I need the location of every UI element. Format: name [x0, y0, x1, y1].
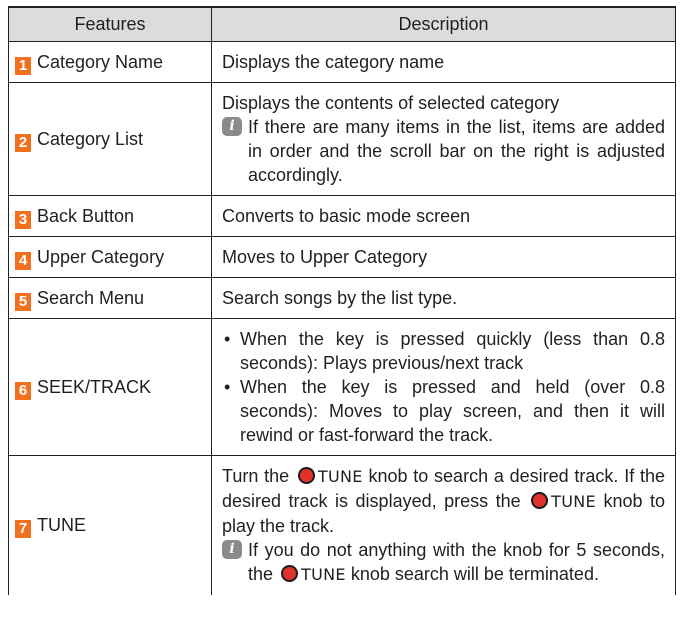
bullet-icon: •: [224, 377, 231, 397]
number-badge: 4: [15, 251, 31, 270]
tune-label: TUNE: [317, 467, 363, 486]
instruction-text: knob to search a desired track. If the d…: [222, 466, 665, 511]
description-cell: Search songs by the list type.: [211, 277, 676, 319]
info-i-icon: i: [222, 540, 242, 559]
feature-cell: 7 TUNE: [8, 455, 212, 595]
tune-label: TUNE: [301, 565, 346, 584]
feature-label: TUNE: [37, 515, 86, 535]
table-row-seek-track: 6 SEEK/TRACK • When the key is pressed qui…: [8, 318, 676, 456]
tune-knob-icon: [297, 467, 315, 484]
feature-cell: 4 Upper Category: [8, 236, 212, 278]
table-row-upper-category: 4 Upper Category Moves to Upper Category: [8, 236, 676, 278]
feature-cell: 5 Search Menu: [8, 277, 212, 319]
bullet-icon: •: [224, 329, 231, 349]
feature-cell: 1 Category Name: [8, 41, 212, 83]
table-row-category-list: 2 Category List Displays the contents of …: [8, 82, 676, 196]
tune-knob-icon: [531, 492, 549, 509]
page: { "header": { "features": "Features", "d…: [0, 0, 684, 630]
list-item: • When the key is pressed quickly (less t…: [222, 327, 665, 375]
description-cell: Displays the category name: [211, 41, 676, 83]
feature-label: Category Name: [37, 51, 164, 72]
table-row-back-button: 3 Back Button Converts to basic mode scre…: [8, 195, 676, 237]
info-note: i If you do not anything with the knob f…: [222, 538, 665, 587]
feature-cell: 6 SEEK/TRACK: [8, 318, 212, 456]
description-cell: Displays the contents of selected catego…: [211, 82, 676, 196]
note-text: knob search will be terminated.: [350, 564, 599, 584]
feature-cell: 2 Category List: [8, 82, 212, 196]
tune-label: TUNE: [551, 492, 596, 511]
bullet-text: When the key is pressed and held (over 0…: [240, 377, 665, 445]
number-badge: 5: [15, 292, 31, 311]
feature-cell: 3 Back Button: [8, 195, 212, 237]
description-text: Displays the contents of selected catego…: [222, 93, 560, 113]
instruction-text: Turn the: [222, 466, 290, 486]
feature-label: Back Button: [37, 205, 135, 226]
tune-knob-icon: [281, 565, 299, 582]
bullet-text: When the key is pressed quickly (less th…: [240, 329, 665, 373]
table-row-search-menu: 5 Search Menu Search songs by the list ty…: [8, 277, 676, 319]
feature-label: Category List: [37, 128, 144, 149]
info-i-icon: i: [222, 117, 242, 136]
description-cell: Converts to basic mode screen: [211, 195, 676, 237]
number-badge: 3: [15, 210, 31, 229]
number-badge: 7: [15, 520, 31, 538]
number-badge: 6: [15, 381, 31, 400]
tune-instructions: Turn the TUNE knob to search a desired t…: [222, 464, 665, 538]
features-header: Features: [8, 6, 212, 42]
list-item: • When the key is pressed and held (over …: [222, 375, 665, 447]
table-row-category-name: 1 Category Name Displays the category nam…: [8, 41, 676, 83]
table-row-tune: 7 TUNE Turn the TUNE knob to search a des…: [8, 455, 676, 595]
info-note: i If there are many items in the list, i…: [222, 115, 665, 187]
note-text: If there are many items in the list, ite…: [248, 117, 665, 185]
feature-label: Upper Category: [37, 246, 165, 267]
features-table: Features Description 1 Category Name Disp…: [8, 6, 676, 595]
feature-label: SEEK/TRACK: [37, 376, 152, 397]
header-row: Features Description: [8, 6, 676, 42]
number-badge: 1: [15, 56, 31, 75]
description-header: Description: [211, 6, 676, 42]
feature-label: Search Menu: [37, 287, 145, 308]
description-cell: Moves to Upper Category: [211, 236, 676, 278]
description-cell: • When the key is pressed quickly (less t…: [211, 318, 676, 456]
description-cell: Turn the TUNE knob to search a desired t…: [211, 455, 676, 595]
bullet-list: • When the key is pressed quickly (less t…: [222, 327, 665, 447]
number-badge: 2: [15, 133, 31, 152]
